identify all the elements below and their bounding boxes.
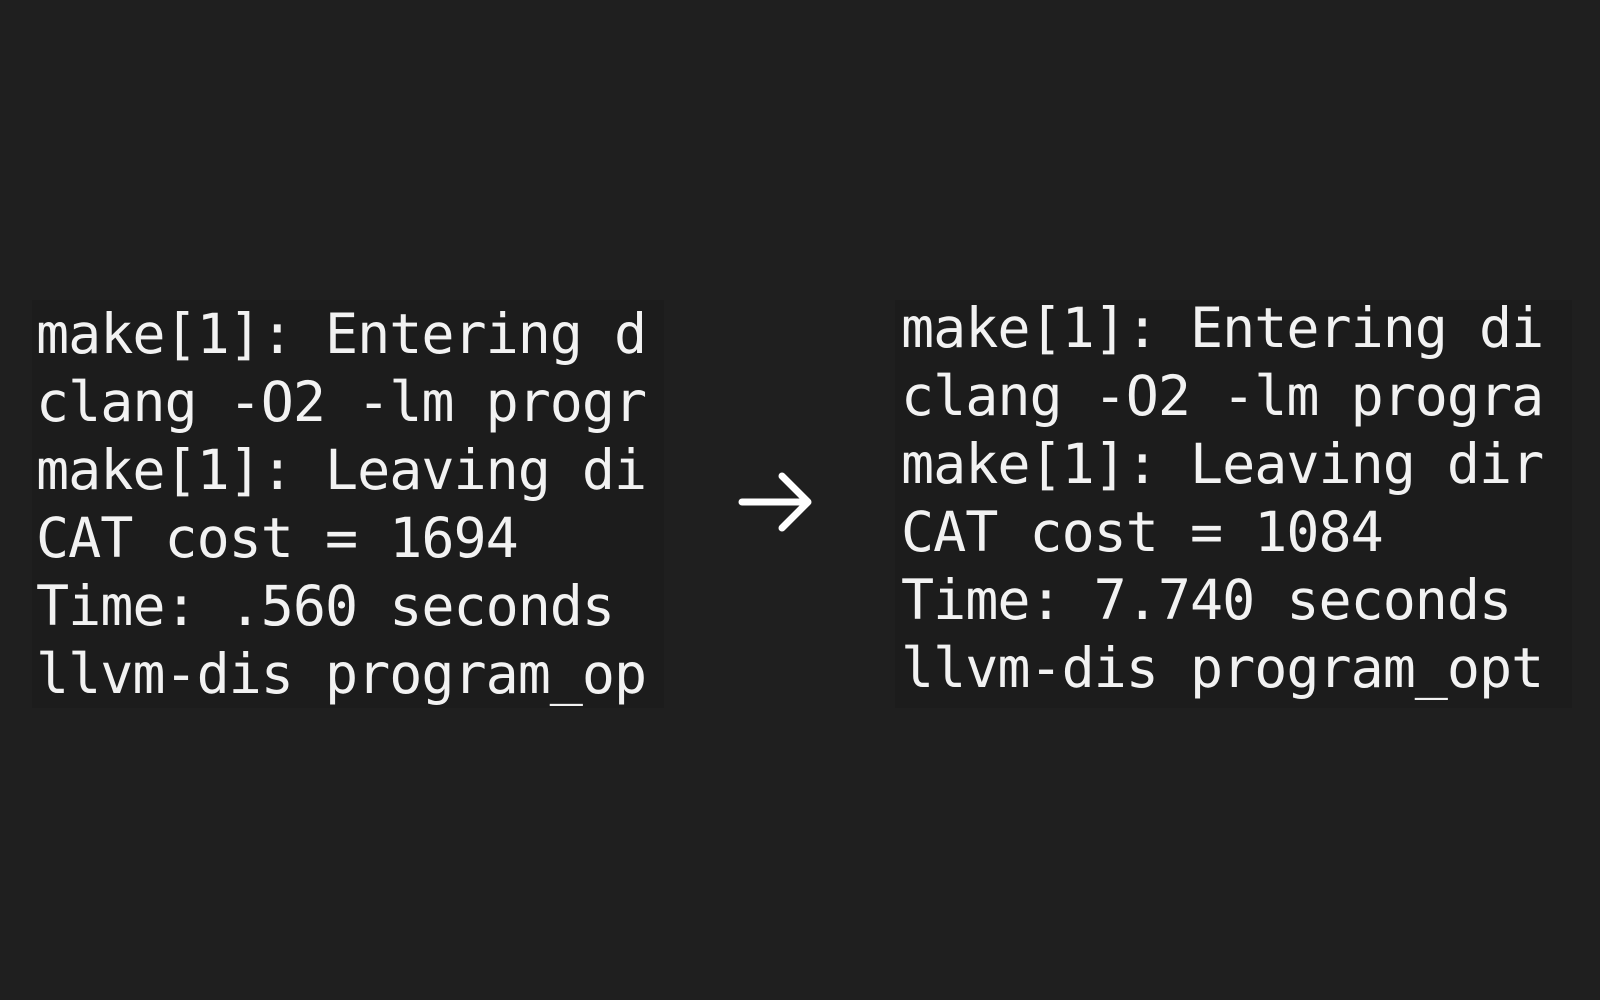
terminal-output-before: make[1]: Entering d clang -O2 -lm progr … (32, 300, 664, 708)
terminal-lines: make[1]: Entering di clang -O2 -lm progr… (895, 300, 1572, 702)
terminal-line: Time: .560 seconds (36, 574, 615, 638)
terminal-line: make[1]: Leaving dir (901, 432, 1544, 496)
terminal-line: make[1]: Entering di (901, 300, 1544, 360)
terminal-line: clang -O2 -lm progra (901, 364, 1544, 428)
terminal-line: CAT cost = 1084 (901, 500, 1384, 564)
terminal-line: llvm-dis program_opt (901, 636, 1544, 700)
terminal-line: Time: 7.740 seconds (901, 568, 1512, 632)
terminal-output-after: make[1]: Entering di clang -O2 -lm progr… (895, 300, 1572, 708)
terminal-lines: make[1]: Entering d clang -O2 -lm progr … (32, 300, 664, 708)
arrow-right-icon (738, 472, 812, 532)
terminal-line: CAT cost = 1694 (36, 506, 519, 570)
terminal-line: clang -O2 -lm progr (36, 370, 647, 434)
terminal-line: make[1]: Entering d (36, 302, 647, 366)
terminal-line: make[1]: Leaving di (36, 438, 647, 502)
terminal-line: llvm-dis program_op (36, 642, 647, 706)
